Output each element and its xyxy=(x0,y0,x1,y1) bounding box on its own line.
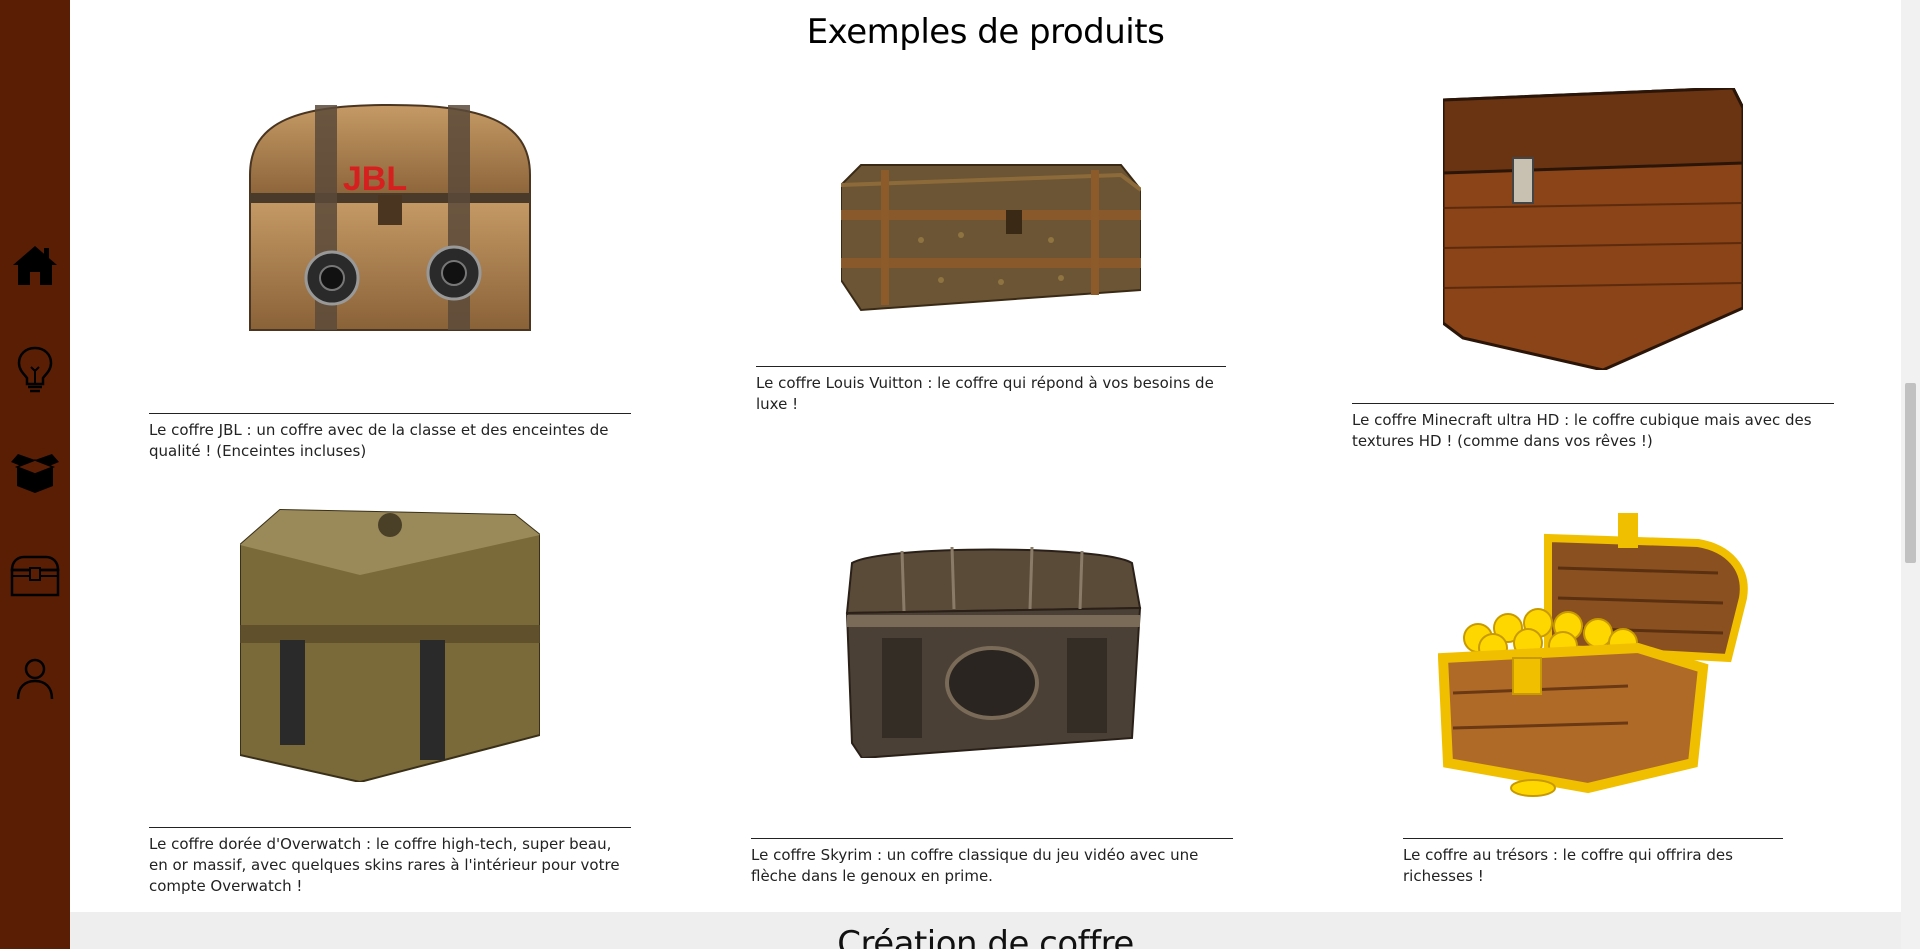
product-card-louis-vuitton: Le coffre Louis Vuitton : le coffre qui … xyxy=(756,140,1226,415)
treasure-chest-image xyxy=(1437,508,1748,798)
product-caption-minecraft: Le coffre Minecraft ultra HD : le coffre… xyxy=(1352,403,1834,452)
jbl-chest-image: JBL xyxy=(240,95,540,355)
products-section-title: Exemples de produits xyxy=(806,12,1165,52)
product-caption-jbl: Le coffre JBL : un coffre avec de la cla… xyxy=(149,413,631,462)
product-card-skyrim: Le coffre Skyrim : un coffre classique d… xyxy=(751,543,1233,887)
nav-chests-button[interactable] xyxy=(0,541,70,611)
sidebar xyxy=(0,0,70,949)
creation-section-title: Création de coffre xyxy=(837,924,1134,949)
product-card-jbl: JBL Le coffre JBL : un coffre avec de la… xyxy=(149,95,631,462)
page-scrollbar[interactable] xyxy=(1901,0,1920,949)
product-caption-louis-vuitton: Le coffre Louis Vuitton : le coffre qui … xyxy=(756,366,1226,415)
nav-products-button[interactable] xyxy=(0,437,70,507)
lightbulb-icon xyxy=(17,346,53,393)
main-content: Exemples de produits JBL Le coffre JBL:… xyxy=(70,0,1901,949)
nav-home-button[interactable] xyxy=(0,230,70,300)
nav-account-button[interactable] xyxy=(0,644,70,714)
home-icon xyxy=(13,246,57,285)
skyrim-chest-image xyxy=(842,543,1142,760)
product-caption-overwatch: Le coffre dorée d'Overwatch : le coffre … xyxy=(149,827,631,897)
product-card-treasure: Le coffre au trésors : le coffre qui off… xyxy=(1403,508,1783,887)
user-icon xyxy=(16,658,54,700)
svg-text:JBL: JBL xyxy=(343,160,407,198)
scrollbar-thumb[interactable] xyxy=(1905,383,1916,563)
open-box-icon xyxy=(11,454,59,493)
overwatch-chest-image xyxy=(239,505,541,784)
louis-vuitton-trunk-image xyxy=(840,140,1143,330)
product-caption-treasure: Le coffre au trésors : le coffre qui off… xyxy=(1403,838,1783,887)
nav-ideas-button[interactable] xyxy=(0,335,70,405)
chest-icon xyxy=(10,555,60,597)
product-caption-skyrim: Le coffre Skyrim : un coffre classique d… xyxy=(751,838,1233,887)
product-card-minecraft: Le coffre Minecraft ultra HD : le coffre… xyxy=(1352,86,1834,452)
product-card-overwatch: Le coffre dorée d'Overwatch : le coffre … xyxy=(149,505,631,897)
minecraft-chest-image xyxy=(1441,86,1745,372)
